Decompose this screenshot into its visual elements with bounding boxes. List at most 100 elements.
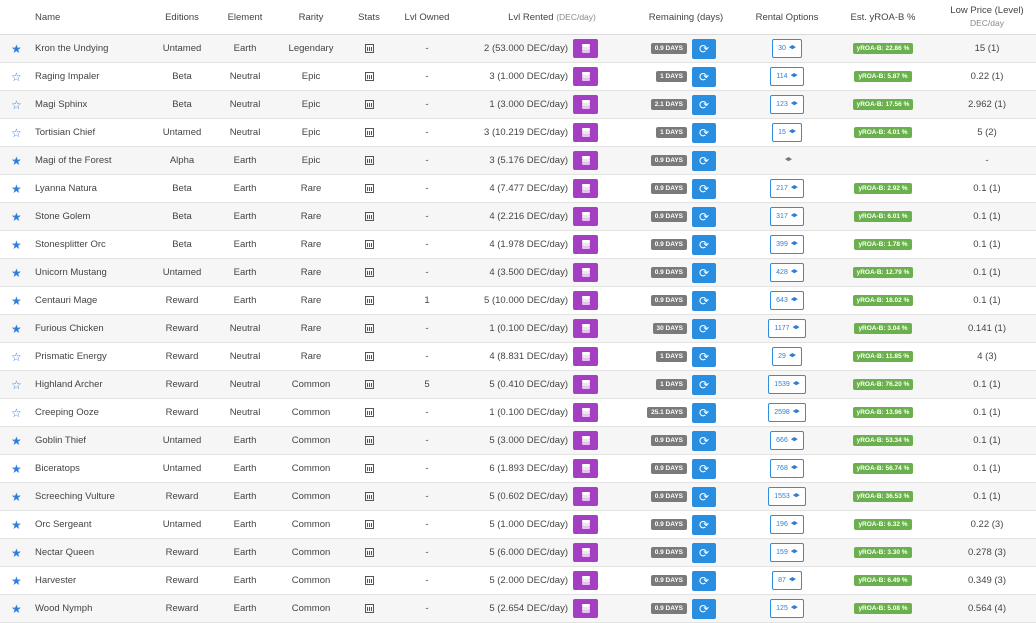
col-lvl-owned[interactable]: Lvl Owned	[396, 0, 458, 34]
col-name[interactable]: Name	[35, 0, 60, 34]
stats-button[interactable]	[350, 63, 388, 90]
card-name[interactable]: Prismatic Energy	[35, 343, 107, 370]
refresh-button[interactable]: ⟳	[692, 346, 716, 367]
rent-button[interactable]	[573, 67, 598, 86]
rent-button[interactable]	[573, 39, 598, 58]
col-yroa[interactable]: Est. yROA-B %	[842, 0, 924, 34]
rental-options-button[interactable]: 217	[770, 179, 804, 198]
stats-button[interactable]	[350, 147, 388, 174]
refresh-button[interactable]: ⟳	[692, 374, 716, 395]
stats-button[interactable]	[350, 399, 388, 426]
favorite-toggle[interactable]: ☆	[10, 63, 24, 90]
favorite-toggle[interactable]: ★	[10, 203, 24, 230]
rental-options-button[interactable]	[777, 152, 797, 169]
refresh-button[interactable]: ⟳	[692, 178, 716, 199]
col-element[interactable]: Element	[216, 0, 274, 34]
card-name[interactable]: Kron the Undying	[35, 35, 108, 62]
refresh-button[interactable]: ⟳	[692, 486, 716, 507]
rental-options-button[interactable]: 125	[770, 599, 804, 618]
favorite-toggle[interactable]: ★	[10, 427, 24, 454]
favorite-toggle[interactable]: ★	[10, 455, 24, 482]
rental-options-button[interactable]: 399	[770, 235, 804, 254]
col-low-price[interactable]: Low Price (Level) DEC/day	[942, 0, 1032, 34]
rent-button[interactable]	[573, 403, 598, 422]
refresh-button[interactable]: ⟳	[692, 458, 716, 479]
card-name[interactable]: Stonesplitter Orc	[35, 231, 106, 258]
card-name[interactable]: Orc Sergeant	[35, 511, 92, 538]
refresh-button[interactable]: ⟳	[692, 290, 716, 311]
stats-button[interactable]	[350, 343, 388, 370]
card-name[interactable]: Unicorn Mustang	[35, 259, 107, 286]
card-name[interactable]: Creeping Ooze	[35, 399, 99, 426]
rental-options-button[interactable]: 196	[770, 515, 804, 534]
rental-options-button[interactable]: 666	[770, 431, 804, 450]
rent-button[interactable]	[573, 151, 598, 170]
col-rental-options[interactable]: Rental Options	[742, 0, 832, 34]
favorite-toggle[interactable]: ★	[10, 567, 24, 594]
stats-button[interactable]	[350, 175, 388, 202]
card-name[interactable]: Centauri Mage	[35, 287, 97, 314]
card-name[interactable]: Lyanna Natura	[35, 175, 97, 202]
rental-options-button[interactable]: 15	[772, 123, 802, 142]
card-name[interactable]: Tortisian Chief	[35, 119, 95, 146]
rental-options-button[interactable]: 114	[770, 67, 804, 86]
stats-button[interactable]	[350, 287, 388, 314]
card-name[interactable]: Screeching Vulture	[35, 483, 115, 510]
stats-button[interactable]	[350, 35, 388, 62]
rent-button[interactable]	[573, 235, 598, 254]
stats-button[interactable]	[350, 455, 388, 482]
stats-button[interactable]	[350, 203, 388, 230]
rent-button[interactable]	[573, 459, 598, 478]
rental-options-button[interactable]: 30	[772, 39, 802, 58]
rental-options-button[interactable]: 428	[770, 263, 804, 282]
favorite-toggle[interactable]: ★	[10, 231, 24, 258]
rent-button[interactable]	[573, 123, 598, 142]
card-name[interactable]: Highland Archer	[35, 371, 103, 398]
refresh-button[interactable]: ⟳	[692, 318, 716, 339]
refresh-button[interactable]: ⟳	[692, 150, 716, 171]
stats-button[interactable]	[350, 539, 388, 566]
refresh-button[interactable]: ⟳	[692, 430, 716, 451]
favorite-toggle[interactable]: ★	[10, 147, 24, 174]
refresh-button[interactable]: ⟳	[692, 38, 716, 59]
rental-options-button[interactable]: 123	[770, 95, 804, 114]
favorite-toggle[interactable]: ★	[10, 35, 24, 62]
card-name[interactable]: Nectar Queen	[35, 539, 94, 566]
refresh-button[interactable]: ⟳	[692, 514, 716, 535]
rental-options-button[interactable]: 29	[772, 347, 802, 366]
stats-button[interactable]	[350, 427, 388, 454]
card-name[interactable]: Magi Sphinx	[35, 91, 87, 118]
rental-options-button[interactable]: 2598	[768, 403, 806, 422]
refresh-button[interactable]: ⟳	[692, 262, 716, 283]
card-name[interactable]: Raging Impaler	[35, 63, 99, 90]
col-rarity[interactable]: Rarity	[278, 0, 344, 34]
card-name[interactable]: Furious Chicken	[35, 315, 104, 342]
card-name[interactable]: Wood Nymph	[35, 595, 92, 622]
favorite-toggle[interactable]: ★	[10, 595, 24, 622]
rent-button[interactable]	[573, 291, 598, 310]
rent-button[interactable]	[573, 515, 598, 534]
stats-button[interactable]	[350, 371, 388, 398]
rent-button[interactable]	[573, 599, 598, 618]
rent-button[interactable]	[573, 207, 598, 226]
col-stats[interactable]: Stats	[350, 0, 388, 34]
rent-button[interactable]	[573, 487, 598, 506]
favorite-toggle[interactable]: ☆	[10, 371, 24, 398]
stats-button[interactable]	[350, 567, 388, 594]
card-name[interactable]: Harvester	[35, 567, 76, 594]
refresh-button[interactable]: ⟳	[692, 66, 716, 87]
refresh-button[interactable]: ⟳	[692, 206, 716, 227]
col-remaining[interactable]: Remaining (days)	[636, 0, 736, 34]
rent-button[interactable]	[573, 571, 598, 590]
rental-options-button[interactable]: 159	[770, 543, 804, 562]
refresh-button[interactable]: ⟳	[692, 402, 716, 423]
stats-button[interactable]	[350, 511, 388, 538]
favorite-toggle[interactable]: ☆	[10, 399, 24, 426]
col-lvl-rented[interactable]: Lvl Rented (DEC/day)	[482, 0, 622, 34]
rent-button[interactable]	[573, 95, 598, 114]
rent-button[interactable]	[573, 263, 598, 282]
refresh-button[interactable]: ⟳	[692, 598, 716, 619]
rent-button[interactable]	[573, 431, 598, 450]
refresh-button[interactable]: ⟳	[692, 234, 716, 255]
favorite-toggle[interactable]: ★	[10, 483, 24, 510]
